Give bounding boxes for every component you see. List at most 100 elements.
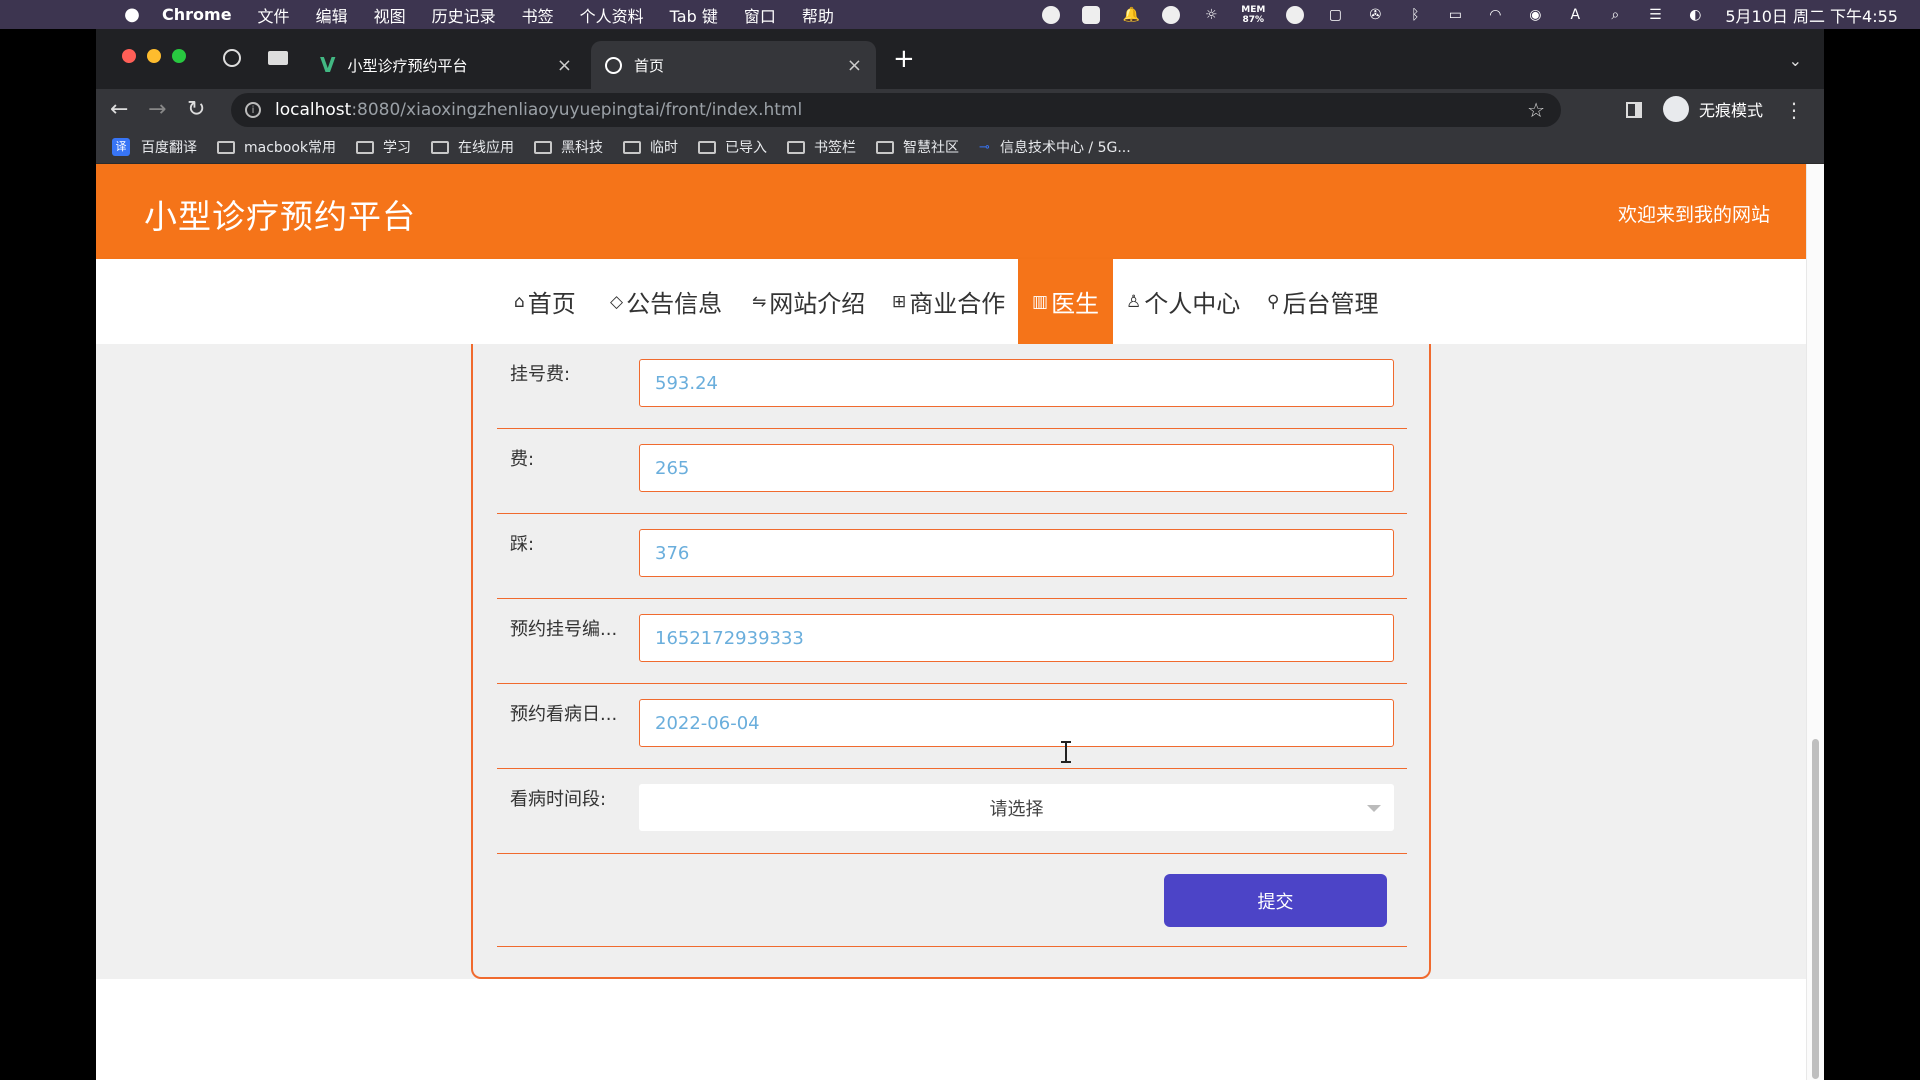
translate-icon: 译 — [112, 138, 130, 156]
folder-icon — [787, 140, 806, 154]
w-app-icon[interactable] — [1081, 5, 1101, 25]
nav-site-intro[interactable]: ⇋ 网站介绍 — [752, 259, 865, 344]
nav-personal-center[interactable]: ♙ 个人中心 — [1126, 259, 1240, 344]
window-icon[interactable]: ▢ — [1325, 5, 1345, 25]
compass-icon[interactable]: ✇ — [1365, 5, 1385, 25]
link-icon: ⚲ — [1267, 291, 1280, 312]
bell-icon[interactable]: 🔔 — [1121, 5, 1141, 25]
bookmark-folder-online-apps[interactable]: 在线应用 — [431, 137, 514, 157]
folder-icon — [356, 140, 375, 154]
browser-menu-icon[interactable]: ⋮ — [1784, 98, 1804, 122]
spotlight-search-icon[interactable]: ⌕ — [1605, 5, 1625, 25]
menu-tab[interactable]: Tab 键 — [670, 3, 718, 27]
menu-profiles[interactable]: 个人资料 — [580, 3, 644, 27]
memory-meter[interactable]: MEM 87% — [1241, 5, 1265, 25]
gift-icon: ⊞ — [892, 291, 907, 312]
minimize-window-button[interactable] — [147, 49, 161, 63]
folder-icon — [217, 140, 235, 154]
menu-file[interactable]: 文件 — [258, 3, 290, 27]
form-row-appointment-date: 预约看病日... 2022-06-04 — [497, 684, 1407, 769]
reload-icon[interactable]: ↻ — [187, 97, 205, 122]
nav-announcements[interactable]: ◇ 公告信息 — [610, 259, 722, 344]
tab-close-icon[interactable]: × — [557, 55, 572, 76]
zoom-window-button[interactable] — [172, 49, 186, 63]
nav-label: 个人中心 — [1144, 290, 1241, 318]
input-method-icon[interactable]: A — [1565, 5, 1585, 25]
page-scrollbar[interactable] — [1806, 164, 1824, 1080]
user-circle-icon[interactable]: ◉ — [1525, 5, 1545, 25]
registration-fee-input[interactable]: 593.24 — [639, 359, 1394, 407]
appointment-number-input[interactable]: 1652172939333 — [639, 614, 1394, 662]
tab-title: 小型诊疗预约平台 — [347, 56, 468, 75]
new-tab-button[interactable]: + — [893, 46, 915, 72]
sun-app-icon[interactable]: ☼ — [1201, 5, 1221, 25]
caret-down-icon — [1367, 805, 1381, 812]
menu-bookmarks[interactable]: 书签 — [522, 3, 554, 27]
submit-button[interactable]: 提交 — [1164, 874, 1387, 927]
bookmark-folder-macbook[interactable]: macbook常用 — [217, 137, 336, 157]
nav-home[interactable]: ⌂ 首页 — [514, 259, 576, 344]
menu-history[interactable]: 历史记录 — [432, 3, 496, 27]
forward-arrow-icon[interactable]: → — [148, 97, 166, 122]
tab-platform[interactable]: V 小型诊疗预约平台 × — [306, 41, 586, 89]
tab-group-icon[interactable] — [268, 51, 288, 65]
sliders-icon: ⇋ — [752, 291, 767, 312]
fee-input[interactable]: 265 — [639, 444, 1394, 492]
bookmark-folder-study[interactable]: 学习 — [356, 137, 411, 157]
nav-label: 首页 — [527, 290, 576, 318]
tab-search-chevron-icon[interactable]: ⌄ — [1789, 51, 1802, 70]
battery-icon[interactable]: ▭ — [1445, 5, 1465, 25]
nav-admin[interactable]: ⚲ 后台管理 — [1267, 259, 1378, 344]
globe-icon[interactable] — [223, 49, 241, 67]
appointment-form: 挂号费: 593.24 费: 265 踩: 376 预约挂号编... 16521… — [471, 344, 1431, 979]
site-info-icon[interactable]: i — [245, 102, 261, 118]
folder-icon — [431, 140, 450, 154]
onepassword-icon[interactable] — [1285, 5, 1305, 25]
site-header: 小型诊疗预约平台 欢迎来到我的网站 — [96, 164, 1806, 259]
bookmark-folder-imported[interactable]: 已导入 — [698, 137, 767, 157]
menubar-clock[interactable]: 5月10日 周二 下午4:55 — [1725, 3, 1898, 27]
apple-icon[interactable]: ● — [120, 4, 144, 25]
bluetooth-icon[interactable]: ᛒ — [1405, 5, 1425, 25]
nav-label: 公告信息 — [626, 290, 723, 318]
bookmark-folder-tech[interactable]: 黑科技 — [534, 137, 603, 157]
bookmark-baidu-translate[interactable]: 译 百度翻译 — [112, 137, 197, 157]
field-label: 预约看病日... — [510, 704, 618, 725]
bookmark-label: 在线应用 — [458, 140, 515, 156]
window-controls — [122, 49, 186, 63]
side-panel-icon[interactable] — [1626, 102, 1642, 118]
globe-favicon-icon — [605, 56, 622, 74]
menu-view[interactable]: 视图 — [374, 3, 406, 27]
appointment-date-input[interactable]: 2022-06-04 — [639, 699, 1394, 747]
text-cursor-icon — [1060, 741, 1072, 763]
form-row-appointment-number: 预约挂号编... 1652172939333 — [497, 599, 1407, 684]
time-slot-select[interactable]: 请选择 — [639, 784, 1394, 831]
tab-home[interactable]: 首页 × — [591, 41, 876, 89]
record-icon[interactable] — [1041, 5, 1061, 25]
menu-help[interactable]: 帮助 — [802, 3, 834, 27]
incognito-icon — [1663, 96, 1689, 122]
nav-label: 网站介绍 — [769, 290, 866, 318]
back-arrow-icon[interactable]: ← — [110, 97, 128, 122]
bookmark-star-icon[interactable]: ☆ — [1527, 98, 1545, 122]
bookmark-it-center[interactable]: ⊸ 信息技术中心 / 5G... — [979, 137, 1131, 157]
nav-business[interactable]: ⊞ 商业合作 — [892, 259, 1005, 344]
wifi-icon[interactable]: ◠ — [1485, 5, 1505, 25]
address-bar[interactable]: i localhost:8080/xiaoxingzhenliaoyuyuepi… — [231, 93, 1561, 127]
scrollbar-thumb[interactable] — [1812, 739, 1819, 1079]
bookmark-folder-temp[interactable]: 临时 — [623, 137, 678, 157]
control-center-icon[interactable]: ☰ — [1645, 5, 1665, 25]
tab-close-icon[interactable]: × — [847, 55, 862, 76]
incognito-profile[interactable]: 无痕模式 — [1663, 96, 1763, 122]
siri-icon[interactable]: ◐ — [1685, 5, 1705, 25]
menu-app-name[interactable]: Chrome — [162, 5, 232, 24]
close-window-button[interactable] — [122, 49, 136, 63]
nav-doctor[interactable]: ▥ 医生 — [1018, 259, 1114, 344]
minus-circle-icon[interactable] — [1161, 5, 1181, 25]
bookmark-folder-bar[interactable]: 书签栏 — [787, 137, 856, 157]
menu-window[interactable]: 窗口 — [744, 3, 776, 27]
folder-icon — [534, 140, 553, 154]
bookmark-folder-smart-community[interactable]: 智慧社区 — [876, 137, 959, 157]
dislike-input[interactable]: 376 — [639, 529, 1394, 577]
menu-edit[interactable]: 编辑 — [316, 3, 348, 27]
